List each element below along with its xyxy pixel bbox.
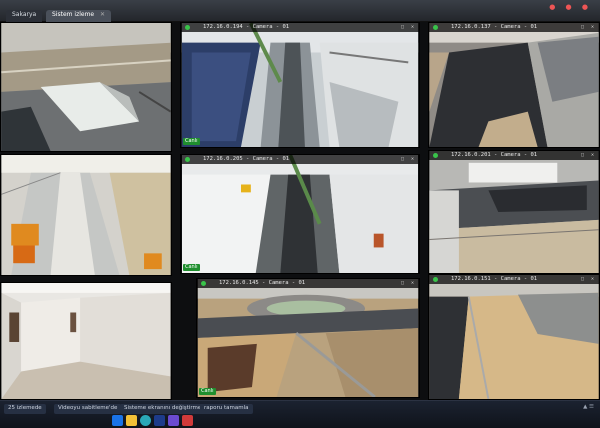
monitor: Sakarya Sistem izleme ✕ ● ● ● 172.16.0.1… bbox=[0, 0, 600, 428]
camera-grid: 172.16.0.194 - Camera - 01 □ ✕ Canlı 172… bbox=[0, 22, 600, 400]
taskbar-item[interactable]: Sisteme ekranını değiştirme bbox=[120, 404, 206, 414]
camera-feed bbox=[181, 23, 419, 147]
camera-feed bbox=[1, 23, 171, 151]
taskbar: 25 izlemede Videoyu sabitleme'de Sisteme… bbox=[0, 400, 600, 428]
camera-feed bbox=[429, 23, 599, 147]
camera-tile[interactable]: 172.16.0.205 - Camera - 01 □ ✕ Canlı bbox=[180, 154, 420, 274]
camera-feed bbox=[1, 283, 171, 399]
taskbar-item[interactable]: 25 izlemede bbox=[4, 404, 46, 414]
tab-label: Sistem izleme bbox=[52, 11, 95, 18]
camera-feed bbox=[197, 279, 419, 397]
camera-tile[interactable]: 172.16.0.201 - Camera - 01 □ ✕ bbox=[428, 150, 600, 274]
tab-label: Sakarya bbox=[12, 11, 37, 18]
camera-controls-icon[interactable]: □ ✕ bbox=[581, 276, 596, 282]
camera-title-bar: 172.16.0.145 - Camera - 01 □ ✕ bbox=[197, 279, 419, 288]
file-explorer-icon[interactable] bbox=[126, 415, 137, 426]
system-tray[interactable]: ▲ ☰ bbox=[583, 404, 594, 410]
camera-status-badge: Canlı bbox=[183, 138, 200, 145]
camera-tile[interactable] bbox=[0, 22, 172, 152]
camera-tile[interactable]: 172.16.0.137 - Camera - 01 □ ✕ bbox=[428, 22, 600, 148]
camera-controls-icon[interactable]: □ ✕ bbox=[581, 24, 596, 30]
camera-ip-label: 172.16.0.151 - Camera - 01 bbox=[451, 276, 538, 282]
camera-feed bbox=[182, 155, 418, 273]
taskbar-item[interactable]: Videoyu sabitleme'de bbox=[54, 404, 122, 414]
camera-tile[interactable]: 172.16.0.151 - Camera - 01 □ ✕ bbox=[428, 274, 600, 400]
camera-controls-icon[interactable]: □ ✕ bbox=[401, 24, 416, 30]
recording-indicator-icon bbox=[433, 277, 438, 282]
tab-sistem-izleme[interactable]: Sistem izleme ✕ bbox=[46, 10, 112, 22]
camera-ip-label: 172.16.0.137 - Camera - 01 bbox=[451, 24, 538, 30]
browser-tab-bar: Sakarya Sistem izleme ✕ ● ● ● bbox=[0, 0, 600, 22]
camera-tile[interactable]: 172.16.0.145 - Camera - 01 □ ✕ Canlı bbox=[196, 278, 420, 398]
camera-controls-icon[interactable]: □ ✕ bbox=[401, 156, 416, 162]
camera-tile[interactable]: 172.16.0.194 - Camera - 01 □ ✕ Canlı bbox=[180, 22, 420, 148]
app-icon[interactable] bbox=[154, 415, 165, 426]
camera-status-badge: Canlı bbox=[199, 388, 216, 395]
camera-title-bar: 172.16.0.151 - Camera - 01 □ ✕ bbox=[429, 275, 599, 284]
camera-ip-label: 172.16.0.194 - Camera - 01 bbox=[203, 24, 290, 30]
recording-indicator-icon bbox=[433, 25, 438, 30]
recorder-icon[interactable] bbox=[182, 415, 193, 426]
recording-indicator-icon bbox=[185, 25, 190, 30]
camera-title-bar: 172.16.0.205 - Camera - 01 □ ✕ bbox=[181, 155, 419, 164]
camera-status-badge: Canlı bbox=[183, 264, 200, 271]
camera-title-bar: 172.16.0.137 - Camera - 01 □ ✕ bbox=[429, 23, 599, 32]
camera-tile[interactable] bbox=[0, 154, 172, 276]
camera-controls-icon[interactable]: □ ✕ bbox=[581, 152, 596, 158]
camera-feed bbox=[1, 155, 171, 275]
camera-ip-label: 172.16.0.201 - Camera - 01 bbox=[451, 152, 538, 158]
camera-feed bbox=[429, 151, 599, 273]
camera-tile[interactable] bbox=[0, 282, 172, 400]
recording-indicator-icon bbox=[201, 281, 206, 286]
window-controls[interactable]: ● ● ● bbox=[549, 3, 592, 11]
taskbar-item[interactable]: raporu tamamla bbox=[200, 404, 253, 414]
camera-title-bar: 172.16.0.201 - Camera - 01 □ ✕ bbox=[429, 151, 599, 160]
browser-icon[interactable] bbox=[140, 415, 151, 426]
recording-indicator-icon bbox=[433, 153, 438, 158]
app-icon[interactable] bbox=[168, 415, 179, 426]
windows-start-icon[interactable] bbox=[112, 415, 123, 426]
close-icon[interactable]: ✕ bbox=[100, 11, 105, 18]
camera-feed bbox=[429, 275, 599, 399]
recording-indicator-icon bbox=[185, 157, 190, 162]
camera-controls-icon[interactable]: □ ✕ bbox=[401, 280, 416, 286]
camera-title-bar: 172.16.0.194 - Camera - 01 □ ✕ bbox=[181, 23, 419, 32]
camera-ip-label: 172.16.0.205 - Camera - 01 bbox=[203, 156, 290, 162]
camera-ip-label: 172.16.0.145 - Camera - 01 bbox=[219, 280, 306, 286]
tab-sakarya[interactable]: Sakarya bbox=[6, 10, 43, 22]
